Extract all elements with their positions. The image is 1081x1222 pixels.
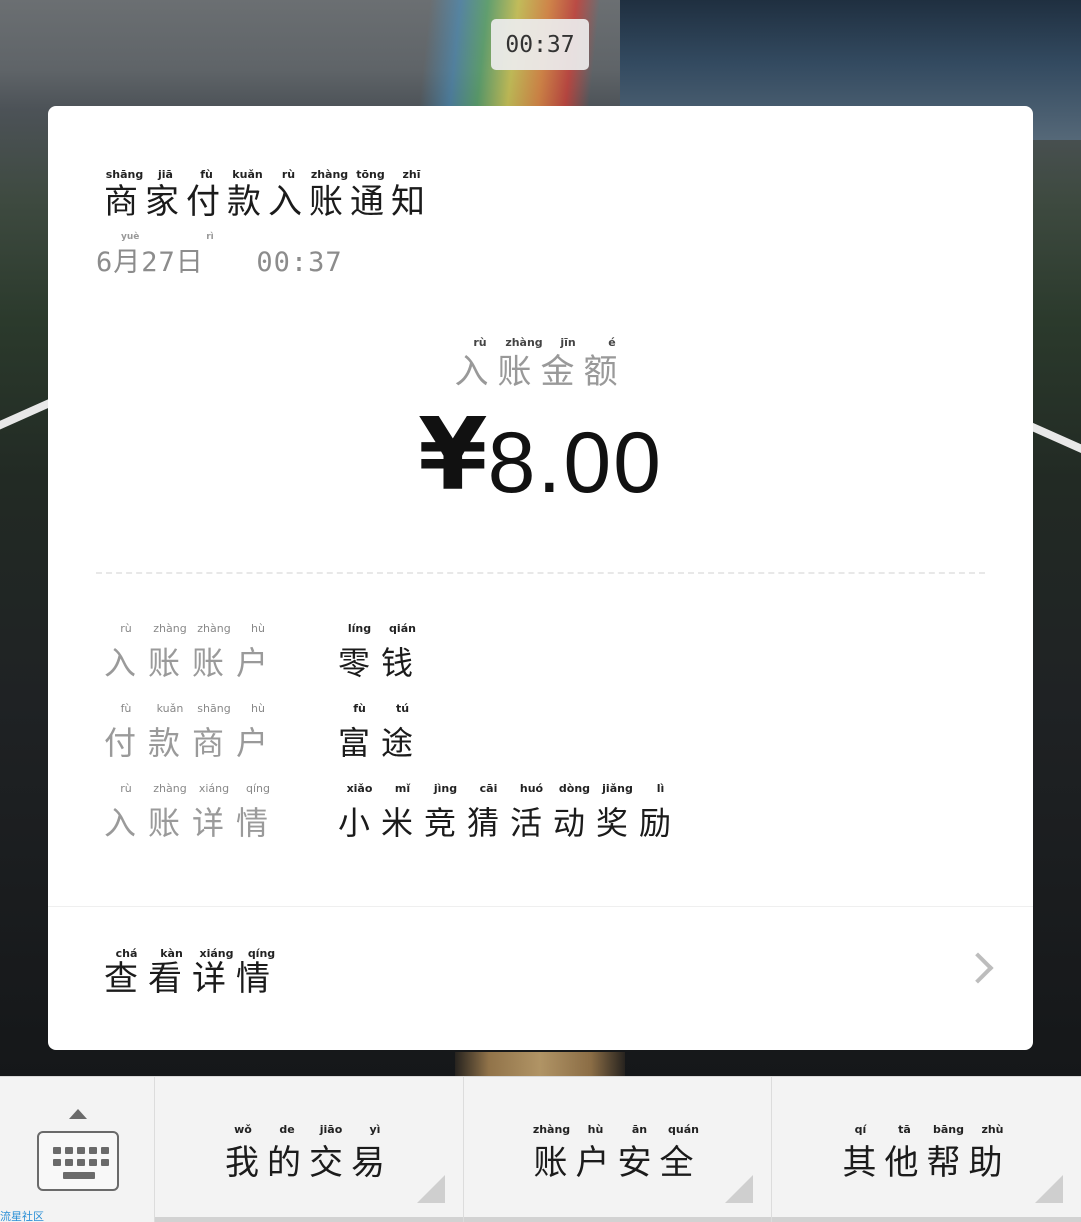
pinyin: tú xyxy=(395,702,410,715)
detail-label: 付款商户 xyxy=(104,724,281,762)
detail-row-merchant: fù kuǎn shāng hù 付款商户 fù tú 富途 xyxy=(104,702,984,762)
pinyin: huó xyxy=(519,782,544,795)
notice-time: 00:37 xyxy=(256,247,343,278)
caret-up-icon xyxy=(69,1109,87,1119)
detail-value: 零钱 xyxy=(338,644,425,682)
pinyin: qián xyxy=(389,622,416,635)
payment-notice-card: shāng jiā fù kuǎn rù zhàng tōng zhī 商家付款… xyxy=(48,106,1033,1050)
pinyin: qíng xyxy=(246,782,270,795)
pinyin: kuǎn xyxy=(156,702,184,715)
detail-row-account: rù zhàng zhàng hù 入账账户 líng qián 零钱 xyxy=(104,622,984,682)
pinyin: xiǎo xyxy=(346,782,373,795)
amount-display: ¥8.00 xyxy=(48,396,1033,513)
detail-value: 小米竞猜活动奖励 xyxy=(338,804,683,842)
pinyin: hù xyxy=(251,622,265,635)
notice-datetime: 6月27日 00:37 xyxy=(96,240,343,279)
pinyin: fù xyxy=(120,702,132,715)
pinyin: lì xyxy=(656,782,665,795)
notice-date: 6月27日 xyxy=(96,247,204,278)
pinyin: jìng xyxy=(433,782,458,795)
status-time: 00:37 xyxy=(491,19,589,70)
menu-my-transactions[interactable]: wǒ de jiāo yì 我的交易 xyxy=(155,1077,464,1222)
amount-value: 8.00 xyxy=(487,415,663,511)
detail-row-description: rù zhàng xiáng qíng 入账详情 xiǎo mǐ jìng cā… xyxy=(104,782,984,842)
value-pinyin: fù tú xyxy=(338,702,424,715)
pinyin: rù xyxy=(120,782,132,795)
watermark: 流星社区 xyxy=(0,1210,44,1222)
pinyin: shāng xyxy=(197,702,231,715)
road-line-right xyxy=(1027,421,1081,466)
pinyin: xiáng xyxy=(198,782,230,795)
pinyin: dòng xyxy=(558,782,591,795)
value-pinyin: líng qián xyxy=(338,622,424,635)
submenu-corner-icon xyxy=(725,1175,753,1203)
label-pinyin: rù zhàng xiáng qíng xyxy=(104,782,280,795)
notice-title: 商家付款入账通知 xyxy=(104,182,432,222)
label-pinyin: rù zhàng zhàng hù xyxy=(104,622,280,635)
detail-value: 富途 xyxy=(338,724,425,762)
menu-other-help[interactable]: qí tā bāng zhù 其他帮助 xyxy=(772,1077,1081,1222)
currency-symbol: ¥ xyxy=(418,396,488,513)
value-pinyin: xiǎo mǐ jìng cāi huó dòng jiǎng lì xyxy=(338,782,682,795)
pinyin: zhàng xyxy=(197,622,231,635)
pinyin: rù xyxy=(120,622,132,635)
view-details-label: 查看详情 xyxy=(104,959,280,999)
pinyin: fù xyxy=(353,702,366,715)
road-center xyxy=(455,1052,625,1076)
submenu-corner-icon xyxy=(1035,1175,1063,1203)
bottom-menu-bar: wǒ de jiāo yì 我的交易 zhàng hù ān quán 账户安全… xyxy=(0,1076,1081,1222)
dashed-divider xyxy=(96,572,985,574)
pinyin: zhàng xyxy=(153,622,187,635)
detail-label: 入账详情 xyxy=(104,804,281,842)
pinyin: zhàng xyxy=(153,782,187,795)
pinyin: cāi xyxy=(479,782,498,795)
chevron-right-icon xyxy=(962,952,994,984)
amount-label: 入账金额 xyxy=(454,352,627,392)
submenu-corner-icon xyxy=(417,1175,445,1203)
keyboard-icon xyxy=(37,1131,119,1191)
menu-account-security[interactable]: zhàng hù ān quán 账户安全 xyxy=(464,1077,772,1222)
pinyin: líng xyxy=(347,622,372,635)
detail-label: 入账账户 xyxy=(104,644,281,682)
pinyin: mǐ xyxy=(394,782,411,795)
keyboard-toggle-button[interactable] xyxy=(0,1077,155,1222)
pinyin: hù xyxy=(251,702,265,715)
label-pinyin: fù kuǎn shāng hù xyxy=(104,702,280,715)
pinyin: jiǎng xyxy=(602,782,633,795)
view-details-link[interactable]: chá kàn xiáng qíng 查看详情 xyxy=(48,907,1033,1050)
